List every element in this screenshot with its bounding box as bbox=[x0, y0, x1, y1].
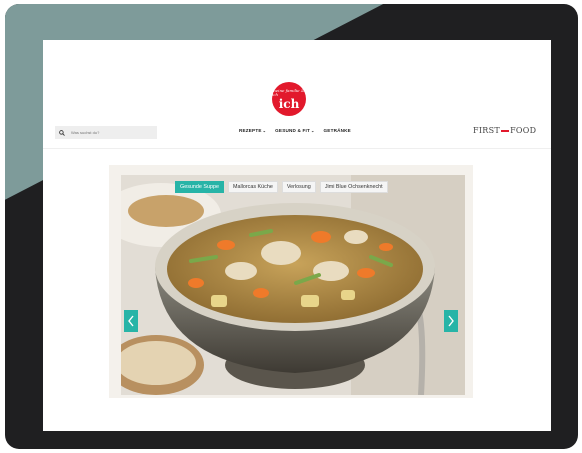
hero-slider: Gesunde Suppe Mallorcas Küche Verlosung … bbox=[109, 165, 473, 398]
search-icon bbox=[59, 129, 65, 136]
slider-tags: Gesunde Suppe Mallorcas Küche Verlosung … bbox=[175, 181, 388, 193]
browser-screen: meine familie & ich ich REZEPTE ⌄ GESUND… bbox=[43, 40, 551, 431]
brand-bar bbox=[501, 130, 510, 132]
main-nav: REZEPTE ⌄ GESUND & FIT ⌄ GETRÄNKE bbox=[239, 128, 351, 133]
nav-item-rezepte[interactable]: REZEPTE ⌄ bbox=[239, 128, 266, 133]
slider-next-button[interactable] bbox=[444, 310, 458, 332]
brand-left: FIRST bbox=[473, 126, 501, 135]
tag-verlosung[interactable]: Verlosung bbox=[281, 181, 316, 193]
logo-line1: meine familie & ich bbox=[272, 87, 305, 97]
search-bar[interactable] bbox=[55, 126, 157, 139]
chevron-down-icon: ⌄ bbox=[310, 128, 315, 133]
slider-prev-button[interactable] bbox=[124, 310, 138, 332]
search-input[interactable] bbox=[71, 130, 151, 135]
nav-item-label: REZEPTE bbox=[239, 128, 262, 133]
hero-image-soup bbox=[121, 175, 465, 395]
nav-item-label: GETRÄNKE bbox=[323, 128, 351, 133]
device-frame: meine familie & ich ich REZEPTE ⌄ GESUND… bbox=[5, 4, 578, 449]
tag-gesunde-suppe[interactable]: Gesunde Suppe bbox=[175, 181, 224, 193]
site-logo[interactable]: meine familie & ich ich bbox=[272, 82, 306, 116]
logo-line2: ich bbox=[278, 96, 300, 111]
nav-item-gesund-fit[interactable]: GESUND & FIT ⌄ bbox=[275, 128, 314, 133]
chevron-right-icon bbox=[448, 315, 454, 327]
tag-jimi-blue[interactable]: Jimi Blue Ochsenknecht bbox=[319, 181, 388, 193]
header-divider bbox=[43, 148, 551, 149]
first-food-logo[interactable]: FIRST FOOD bbox=[473, 126, 536, 135]
chevron-left-icon bbox=[128, 315, 134, 327]
tag-mallorcas-kueche[interactable]: Mallorcas Küche bbox=[227, 181, 278, 193]
brand-right: FOOD bbox=[510, 126, 537, 135]
chevron-down-icon: ⌄ bbox=[262, 128, 267, 133]
nav-item-getraenke[interactable]: GETRÄNKE bbox=[324, 128, 351, 133]
nav-item-label: GESUND & FIT bbox=[275, 128, 310, 133]
